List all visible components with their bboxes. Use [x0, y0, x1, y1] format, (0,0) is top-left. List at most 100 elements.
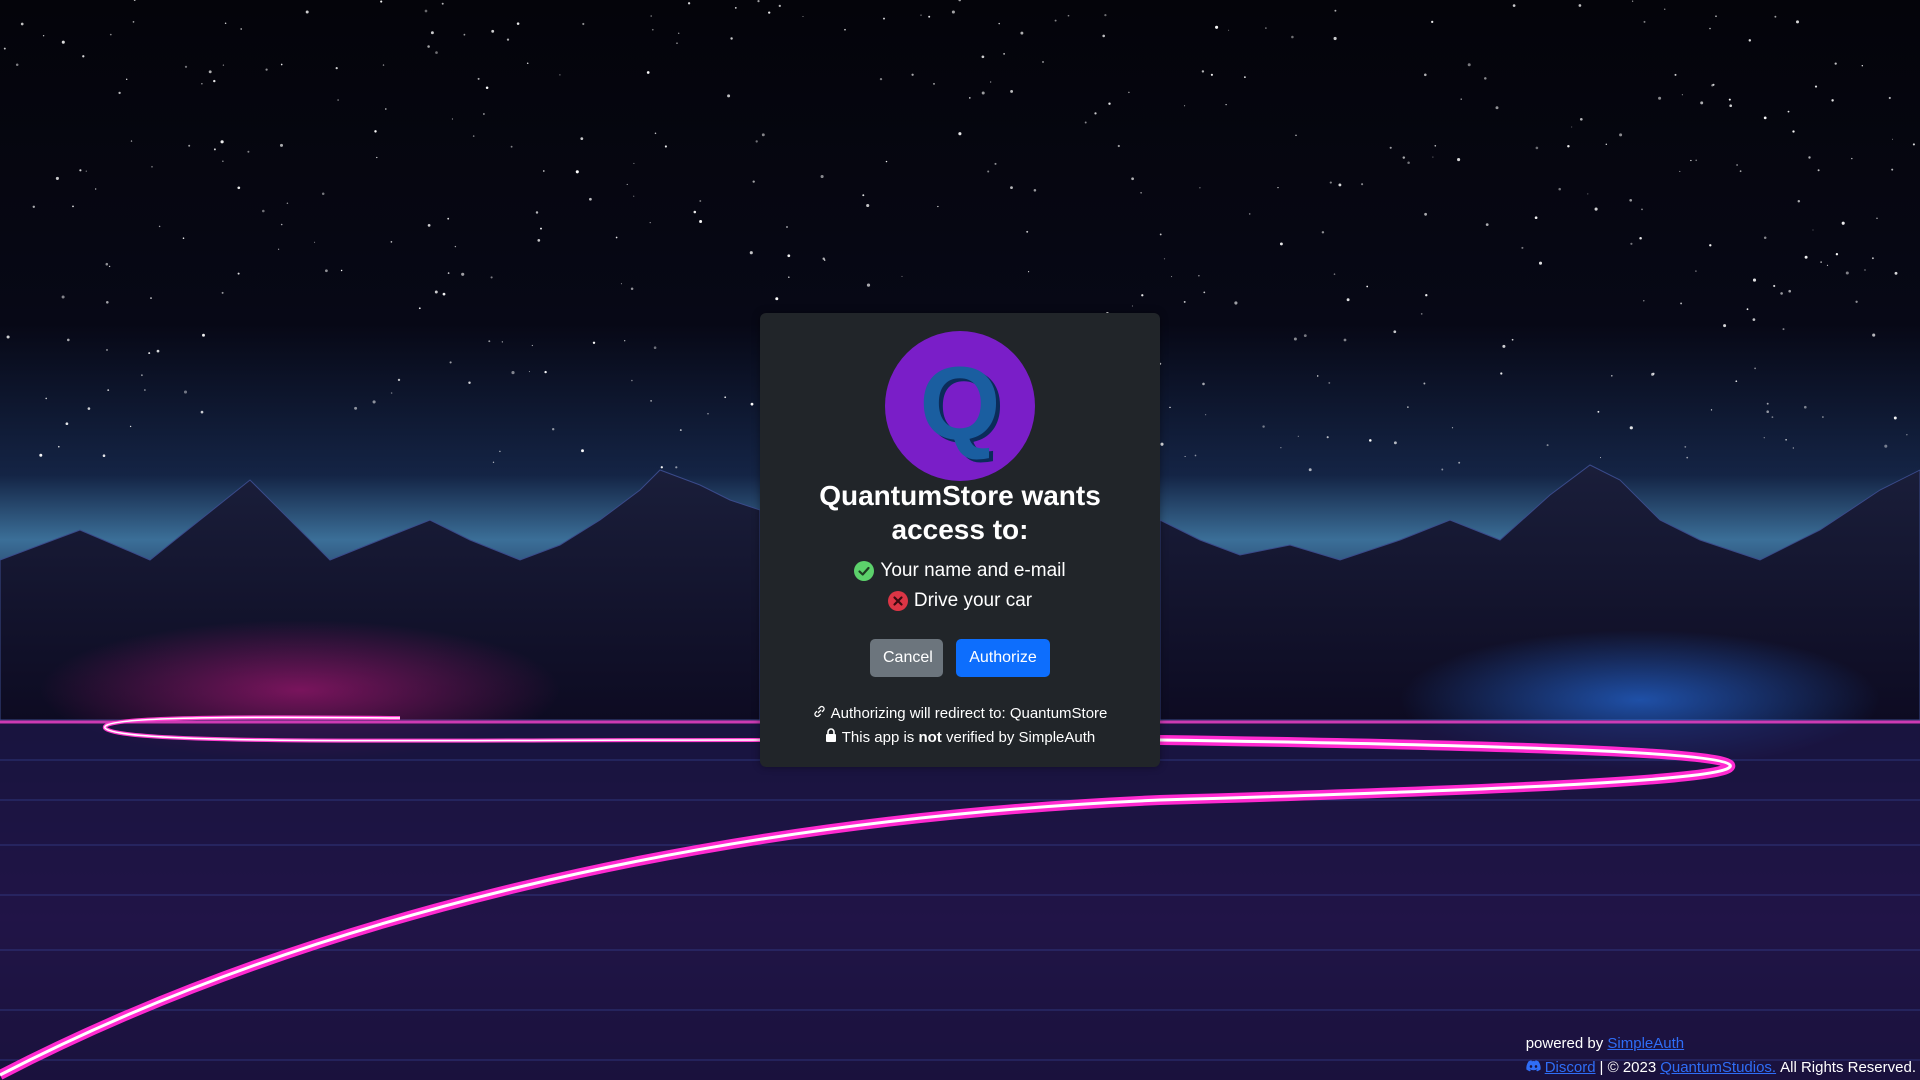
- star: [1234, 301, 1238, 305]
- star: [540, 227, 542, 230]
- star: [1792, 447, 1794, 449]
- star: [427, 45, 430, 48]
- star: [631, 379, 633, 382]
- star: [449, 361, 452, 364]
- star: [1265, 27, 1267, 29]
- star: [314, 241, 316, 243]
- quantumstudios-link[interactable]: QuantumStudios.: [1660, 1056, 1776, 1080]
- star: [156, 349, 160, 353]
- star: [677, 32, 680, 35]
- star: [820, 174, 824, 179]
- star: [1746, 308, 1749, 311]
- star: [1611, 375, 1613, 377]
- star: [237, 272, 240, 275]
- star: [1629, 426, 1633, 430]
- star: [188, 144, 191, 147]
- star: [1407, 161, 1410, 164]
- star: [1104, 13, 1107, 17]
- star: [1108, 102, 1111, 105]
- star: [1279, 242, 1283, 246]
- star: [727, 94, 731, 98]
- powered-by-text: powered by: [1525, 1035, 1604, 1052]
- star: [1248, 213, 1251, 215]
- simpleauth-link[interactable]: SimpleAuth: [1607, 1035, 1684, 1052]
- star: [447, 272, 450, 274]
- star: [1308, 468, 1312, 472]
- star: [39, 453, 43, 457]
- star: [1295, 134, 1297, 137]
- star: [1184, 105, 1186, 107]
- star: [277, 248, 280, 250]
- copyright-line: Discord | © 2023 QuantumStudios. All Rig…: [1526, 1056, 1916, 1080]
- redirect-text: Authorizing will redirect to: QuantumSto…: [830, 705, 1108, 722]
- star: [1303, 334, 1307, 337]
- star: [485, 86, 489, 90]
- cancel-button[interactable]: Cancel: [870, 639, 943, 677]
- star: [240, 28, 243, 30]
- star: [1102, 34, 1105, 38]
- star: [247, 150, 250, 153]
- star: [879, 77, 883, 81]
- logo-letter: Q: [920, 346, 1001, 462]
- star: [1700, 101, 1704, 105]
- star: [1458, 461, 1461, 464]
- star: [1630, 242, 1633, 245]
- permissions-list: Your name and e-mail Drive your car: [760, 556, 1160, 616]
- star: [1822, 416, 1824, 418]
- star: [844, 28, 846, 31]
- star: [1326, 436, 1329, 439]
- star: [1131, 305, 1133, 307]
- star: [676, 42, 678, 44]
- star: [79, 169, 82, 172]
- star: [552, 428, 555, 431]
- star: [325, 269, 328, 273]
- star: [724, 396, 727, 399]
- star: [286, 202, 289, 204]
- star: [987, 170, 990, 173]
- star: [380, 0, 383, 3]
- star: [1766, 402, 1769, 405]
- star: [920, 14, 922, 16]
- star: [1485, 223, 1489, 226]
- star: [544, 370, 547, 374]
- star: [454, 245, 457, 248]
- star: [761, 133, 765, 137]
- star: [1841, 221, 1845, 225]
- star: [151, 165, 153, 168]
- star: [1297, 435, 1299, 437]
- star: [224, 22, 227, 24]
- star: [1729, 104, 1733, 108]
- star: [1861, 65, 1863, 67]
- star: [1820, 261, 1822, 263]
- app-logo: Q Q: [885, 331, 1035, 481]
- star: [1558, 187, 1561, 191]
- star: [1788, 289, 1792, 293]
- star: [633, 162, 635, 164]
- star: [1431, 20, 1434, 24]
- star: [866, 283, 871, 287]
- star: [537, 239, 541, 242]
- verified-suffix: verified by SimpleAuth: [945, 729, 1096, 746]
- star: [382, 64, 385, 66]
- star: [424, 9, 428, 13]
- powered-by-line: powered by SimpleAuth: [1526, 1032, 1916, 1056]
- star: [1710, 409, 1713, 411]
- star: [620, 283, 622, 285]
- dialog-info: Authorizing will redirect to: QuantumSto…: [760, 702, 1160, 750]
- star: [1888, 96, 1891, 100]
- star: [213, 79, 216, 83]
- discord-link[interactable]: Discord: [1545, 1056, 1596, 1080]
- star: [1681, 94, 1683, 96]
- star: [1834, 62, 1837, 65]
- star: [1752, 318, 1756, 321]
- star: [1321, 231, 1325, 234]
- star: [883, 17, 885, 20]
- star: [472, 135, 475, 137]
- star: [1425, 294, 1428, 297]
- star: [1871, 257, 1874, 260]
- star: [337, 99, 339, 101]
- authorize-button[interactable]: Authorize: [956, 639, 1050, 677]
- star: [958, 0, 961, 2]
- star: [1605, 143, 1608, 146]
- star: [1042, 61, 1044, 63]
